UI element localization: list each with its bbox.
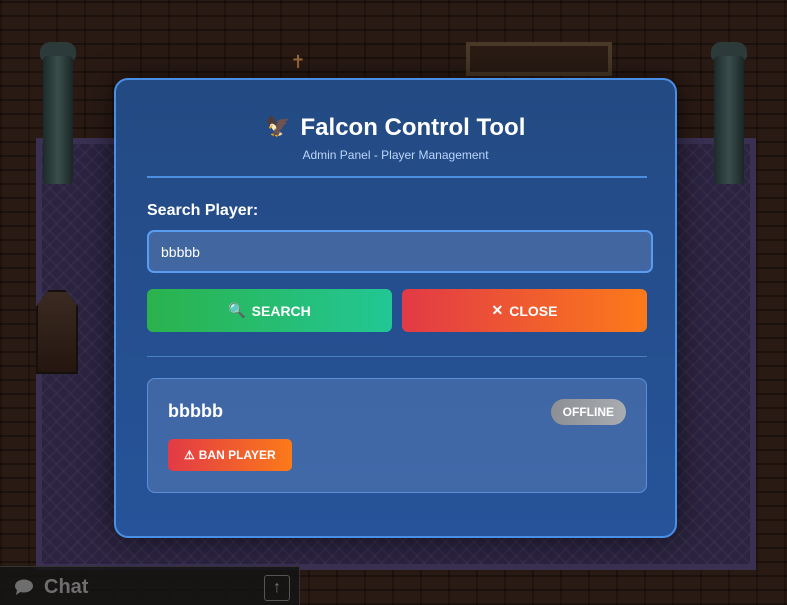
- player-card: bbbbb OFFLINE ⚠ BAN PLAYER: [147, 378, 647, 493]
- close-button-label: CLOSE: [509, 302, 558, 319]
- chat-bubble-icon: [15, 579, 33, 595]
- warning-icon: ⚠: [184, 448, 195, 462]
- chat-bar[interactable]: Chat ↑: [0, 566, 300, 605]
- ban-player-button[interactable]: ⚠ BAN PLAYER: [168, 439, 292, 471]
- search-button-label: SEARCH: [251, 302, 311, 319]
- modal-subtitle: Admin Panel - Player Management: [302, 148, 489, 162]
- header-divider: [147, 176, 647, 178]
- game-window-frame: [466, 42, 612, 76]
- player-name: bbbbb: [168, 401, 223, 421]
- close-icon: ✕: [491, 302, 504, 318]
- search-icon: 🔍: [228, 302, 246, 318]
- pillar-left: [43, 56, 73, 184]
- results-divider: [147, 356, 647, 357]
- pillar-right: [714, 56, 744, 184]
- close-button[interactable]: ✕ CLOSE: [402, 289, 647, 332]
- falcon-icon: 🦅: [265, 116, 291, 138]
- chat-expand-button[interactable]: ↑: [264, 575, 290, 601]
- modal-title-text: Falcon Control Tool: [300, 114, 526, 141]
- status-badge: OFFLINE: [550, 399, 626, 425]
- modal-title: 🦅 Falcon Control Tool: [116, 114, 675, 142]
- admin-modal: 🦅 Falcon Control Tool Admin Panel - Playe…: [114, 78, 677, 538]
- search-label: Search Player:: [147, 202, 259, 219]
- search-button[interactable]: 🔍 SEARCH: [147, 289, 392, 332]
- cross-ornament: ✝: [290, 52, 306, 72]
- ban-player-label: BAN PLAYER: [198, 448, 276, 462]
- coffin: [36, 290, 78, 374]
- search-input[interactable]: [147, 230, 653, 273]
- chat-label: Chat: [44, 576, 89, 598]
